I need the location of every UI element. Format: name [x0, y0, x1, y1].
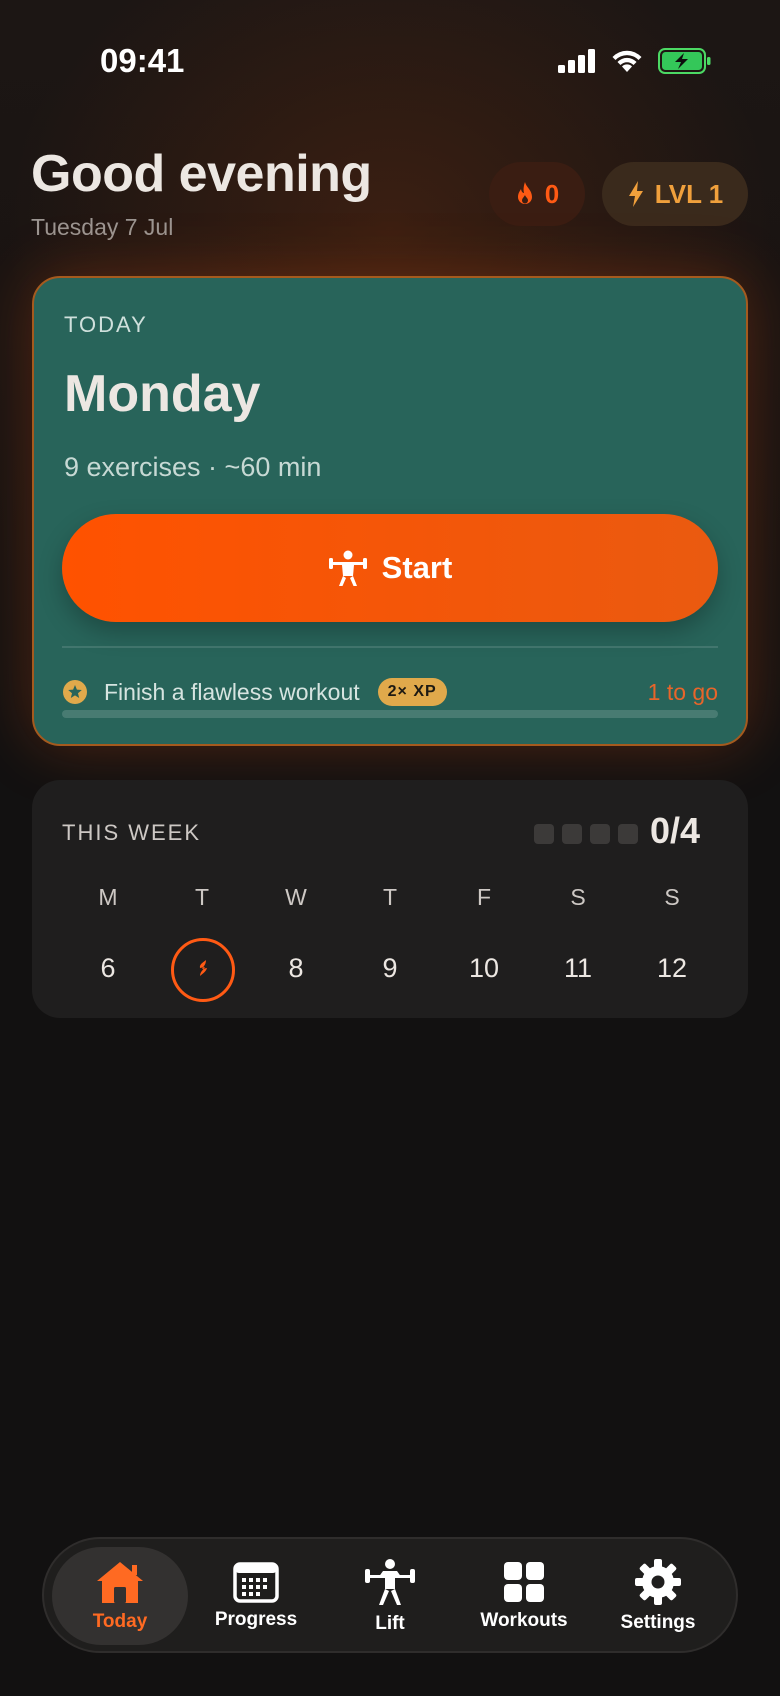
weekday-letter: T: [382, 884, 398, 910]
goal-segment: [590, 824, 610, 844]
this-week-card: THIS WEEK 0/4 M T W T F S S 6 8 9 10 11 …: [32, 780, 748, 1018]
xp-multiplier-badge: 2× XP: [377, 678, 447, 706]
flame-mark-icon: [199, 959, 207, 976]
level-label: LVL 1: [654, 178, 724, 209]
weekday-letter: F: [476, 884, 492, 910]
weekday-letter: S: [664, 884, 680, 910]
workout-meta: 9 exercises · ~60 min: [64, 452, 322, 482]
week-date[interactable]: 8: [256, 938, 336, 998]
goal-segment: [618, 824, 638, 844]
grid-icon: [504, 1562, 544, 1602]
week-date[interactable]: 6: [68, 938, 148, 998]
calendar-icon: [233, 1562, 279, 1603]
battery-charging-icon: [658, 48, 711, 74]
wifi-icon: [612, 50, 642, 72]
week-goal-segments: [534, 824, 638, 844]
weekday-letter: W: [285, 884, 307, 910]
quest-progress-bar: [62, 710, 718, 718]
tab-label: Workouts: [480, 1610, 568, 1631]
week-date-today[interactable]: [171, 938, 235, 1002]
level-badge[interactable]: LVL 1: [602, 162, 748, 226]
weekday-letter: T: [194, 884, 210, 910]
gear-icon: [635, 1559, 681, 1605]
weightlifter-icon: [365, 1559, 415, 1605]
workout-name: Monday: [64, 365, 261, 423]
quest-remaining: 1 to go: [647, 678, 718, 705]
card-divider: [62, 646, 718, 648]
flame-icon: [517, 182, 532, 204]
current-date: Tuesday 7 Jul: [31, 214, 174, 240]
status-time: 09:41: [100, 42, 185, 79]
week-date[interactable]: 9: [350, 938, 430, 998]
weekday-letter: M: [98, 884, 118, 910]
star-badge-icon: [63, 680, 87, 704]
quest-row[interactable]: Finish a flawless workout 2× XP 1 to go: [62, 672, 718, 712]
weekday-letter: S: [570, 884, 586, 910]
tab-lift[interactable]: Lift: [322, 1547, 458, 1645]
house-icon: [97, 1562, 143, 1603]
greeting-title: Good evening: [31, 145, 372, 203]
lightning-icon: [628, 181, 643, 207]
tab-label: Settings: [620, 1612, 696, 1633]
tab-settings[interactable]: Settings: [590, 1547, 726, 1645]
week-date[interactable]: 11: [538, 938, 618, 998]
week-completed-count: 0/4: [650, 810, 701, 851]
tab-label: Today: [92, 1611, 148, 1632]
tab-bar: Today Progress Lift Workouts Settings: [42, 1537, 738, 1653]
streak-count: 0: [544, 178, 560, 209]
goal-segment: [534, 824, 554, 844]
streak-badge[interactable]: 0: [489, 162, 585, 226]
tab-label: Progress: [214, 1609, 298, 1630]
tab-label: Lift: [375, 1613, 405, 1634]
weightlifter-icon: [328, 550, 367, 586]
tab-today[interactable]: Today: [52, 1547, 188, 1645]
start-workout-button[interactable]: Start: [62, 514, 718, 622]
start-button-label: Start: [381, 550, 453, 585]
status-icons: [558, 48, 712, 74]
cellular-signal-icon: [558, 49, 595, 73]
today-workout-card[interactable]: TODAY Monday 9 exercises · ~60 min Start…: [32, 276, 748, 746]
week-date[interactable]: 12: [632, 938, 712, 998]
week-date[interactable]: 10: [444, 938, 524, 998]
quest-text: Finish a flawless workout: [104, 678, 360, 705]
tab-progress[interactable]: Progress: [188, 1547, 324, 1645]
today-section-label: TODAY: [64, 312, 148, 337]
goal-segment: [562, 824, 582, 844]
tab-workouts[interactable]: Workouts: [456, 1547, 592, 1645]
week-section-label: THIS WEEK: [62, 820, 202, 845]
